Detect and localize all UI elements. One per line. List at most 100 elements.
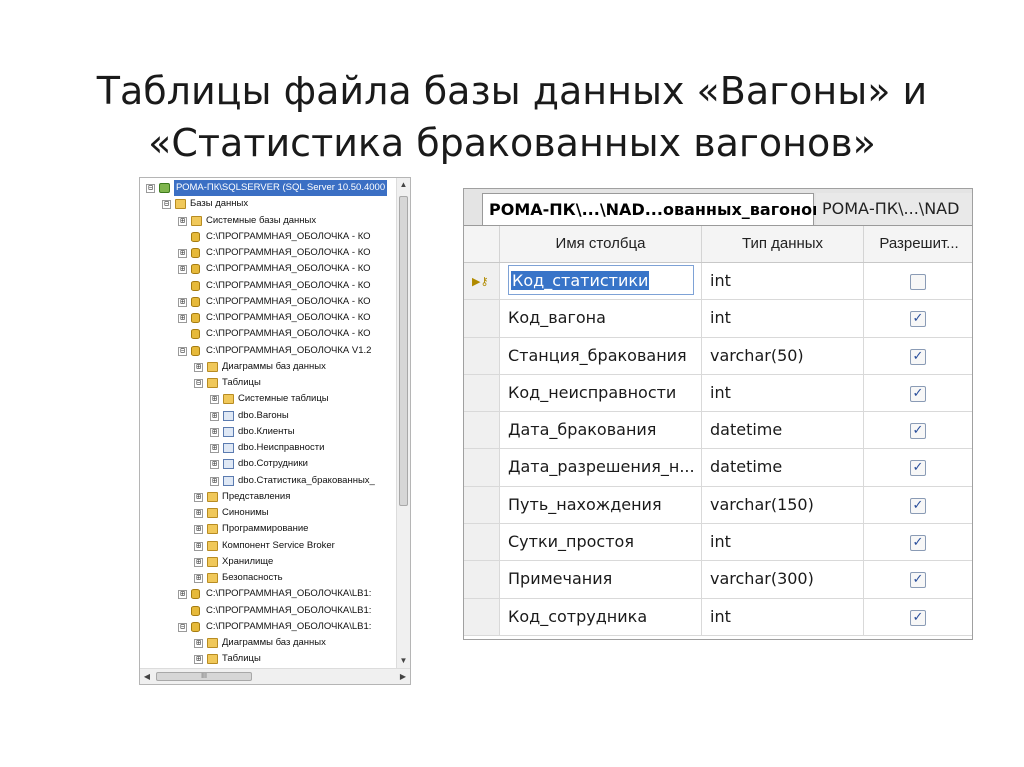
data-type-cell[interactable]: varchar(50) (701, 337, 863, 374)
expand-icon[interactable]: ⊞ (194, 574, 203, 583)
expand-icon[interactable]: ⊞ (194, 541, 203, 551)
allow-nulls-checkbox[interactable]: ✓ (910, 423, 926, 440)
allow-nulls-checkbox[interactable]: ✓ (910, 460, 926, 477)
tree-node[interactable]: C:\ПРОГРАММНАЯ_ОБОЛОЧКА - КО (140, 278, 396, 294)
tree-node[interactable]: ⊟ РОМА-ПК\SQLSERVER (SQL Server 10.50.400… (140, 180, 396, 196)
allow-nulls-checkbox[interactable]: ✓ (910, 311, 926, 328)
row-selector[interactable] (464, 561, 499, 598)
table-row[interactable]: ▶⚷ Код_статистики int (464, 263, 972, 301)
row-selector[interactable] (464, 412, 499, 449)
allow-nulls-checkbox[interactable]: ✓ (910, 385, 926, 402)
tree-node[interactable]: ⊞ dbo.Сотрудники (140, 456, 396, 472)
tree-node[interactable]: ⊟ C:\ПРОГРАММНАЯ_ОБОЛОЧКА\LB1: (140, 619, 396, 635)
tree-node[interactable]: ⊞ Компонент Service Broker (140, 538, 396, 554)
expand-icon[interactable]: ⊞ (194, 509, 203, 518)
row-selector[interactable]: ▶⚷ (464, 263, 499, 300)
tree-node[interactable]: ⊞ C:\ПРОГРАММНАЯ_ОБОЛОЧКА - КО (140, 245, 396, 261)
expand-icon[interactable]: ⊞ (194, 655, 203, 665)
column-name-editor[interactable]: Код_статистики (508, 265, 694, 295)
horizontal-scrollbar[interactable]: ◀ III ▶ (140, 668, 410, 684)
table-row[interactable]: Дата_разрешения_н... datetime ✓ (464, 449, 972, 487)
expand-icon[interactable]: ⊞ (194, 492, 203, 502)
allow-nulls-checkbox[interactable]: ✓ (910, 497, 926, 514)
tree-node[interactable]: ⊞ C:\ПРОГРАММНАЯ_ОБОЛОЧКА - КО (140, 294, 396, 310)
column-name-cell[interactable]: Код_неисправности (499, 374, 701, 412)
tab-other-table[interactable]: РОМА-ПК\...\NAD (816, 193, 972, 225)
tree-node[interactable]: ⊞ Таблицы (140, 651, 396, 667)
column-name-cell[interactable]: Код_статистики (499, 263, 701, 300)
expand-icon[interactable]: ⊞ (178, 590, 187, 600)
data-type-cell[interactable]: datetime (701, 449, 863, 486)
tree-node[interactable]: ⊞ C:\ПРОГРАММНАЯ_ОБОЛОЧКА - КО (140, 310, 396, 326)
data-type-cell[interactable]: datetime (701, 412, 863, 449)
column-name-cell[interactable]: Код_сотрудника (499, 598, 701, 635)
tree-node[interactable]: ⊟ C:\ПРОГРАММНАЯ_ОБОЛОЧКА V1.2 (140, 343, 396, 359)
column-name-cell[interactable]: Дата_разрешения_н... (499, 449, 701, 486)
tree-node[interactable]: ⊞ Диаграммы баз данных (140, 359, 396, 375)
expand-icon[interactable]: ⊞ (178, 314, 187, 323)
scroll-up-arrow-icon[interactable]: ▲ (397, 178, 410, 192)
expand-icon[interactable]: ⊞ (178, 265, 187, 275)
scroll-right-arrow-icon[interactable]: ▶ (396, 669, 410, 684)
expand-icon[interactable]: ⊞ (178, 297, 187, 307)
tree-node[interactable]: ⊞ dbo.Клиенты (140, 424, 396, 440)
tree-node[interactable]: ⊞ dbo.Вагоны (140, 408, 396, 424)
expand-icon[interactable]: ⊞ (194, 525, 203, 535)
tree-node[interactable]: ⊞ Программирование (140, 521, 396, 537)
expand-icon[interactable]: ⊞ (194, 639, 203, 648)
collapse-icon[interactable]: ⊟ (178, 622, 187, 632)
column-name-cell[interactable]: Дата_бракования (499, 412, 701, 449)
allow-nulls-checkbox[interactable]: ✓ (910, 609, 926, 626)
tree-node[interactable]: ⊞ Системные таблицы (140, 391, 396, 407)
expand-icon[interactable]: ⊞ (210, 427, 219, 437)
scroll-down-arrow-icon[interactable]: ▼ (397, 654, 410, 668)
tree-node[interactable]: ⊞ dbo.Статистика_бракованных_ (140, 473, 396, 489)
row-selector[interactable] (464, 337, 499, 374)
column-name-cell[interactable]: Код_вагона (499, 300, 701, 337)
tree-node[interactable]: ⊞ Представления (140, 489, 396, 505)
row-selector[interactable] (464, 598, 499, 635)
expand-icon[interactable]: ⊞ (178, 216, 187, 226)
expand-icon[interactable]: ⊞ (194, 557, 203, 567)
tree-node[interactable]: ⊞ Синонимы (140, 505, 396, 521)
column-name-cell[interactable]: Примечания (499, 561, 701, 598)
data-type-cell[interactable]: int (701, 300, 863, 337)
tab-statistics-table[interactable]: РОМА-ПК\...\NAD...ованных_вагонов (482, 193, 822, 225)
column-name-cell[interactable]: Станция_бракования (499, 337, 701, 374)
expand-icon[interactable]: ⊞ (210, 460, 219, 470)
expand-icon[interactable]: ⊞ (210, 476, 219, 486)
tree-node[interactable]: ⊞ Хранилище (140, 554, 396, 570)
expand-icon[interactable]: ⊞ (210, 411, 219, 421)
data-type-cell[interactable]: varchar(150) (701, 486, 863, 524)
table-row[interactable]: Примечания varchar(300) ✓ (464, 561, 972, 599)
tree-node[interactable]: ⊞ Безопасность (140, 570, 396, 586)
allow-nulls-checkbox[interactable]: ✓ (910, 535, 926, 552)
row-selector[interactable] (464, 300, 499, 337)
vertical-scroll-thumb[interactable] (399, 196, 408, 506)
table-row[interactable]: Код_вагона int ✓ (464, 300, 972, 338)
expand-icon[interactable]: ⊞ (210, 395, 219, 405)
data-type-cell[interactable]: int (701, 598, 863, 635)
allow-nulls-header[interactable]: Разрешит... (863, 226, 972, 262)
vertical-scrollbar[interactable]: ▲ ▼ (396, 178, 410, 668)
tree-node[interactable]: ⊞ C:\ПРОГРАММНАЯ_ОБОЛОЧКА\LB1: (140, 586, 396, 602)
row-selector[interactable] (464, 449, 499, 486)
row-selector[interactable] (464, 524, 499, 561)
tree-node[interactable]: ⊟ Таблицы (140, 375, 396, 391)
column-name-cell[interactable]: Сутки_простоя (499, 524, 701, 561)
table-row[interactable]: Станция_бракования varchar(50) ✓ (464, 337, 972, 375)
row-selector[interactable] (464, 374, 499, 412)
data-type-cell[interactable]: int (701, 374, 863, 412)
data-type-cell[interactable]: varchar(300) (701, 561, 863, 598)
table-row[interactable]: Код_сотрудника int ✓ (464, 598, 972, 636)
collapse-icon[interactable]: ⊟ (194, 379, 203, 388)
allow-nulls-checkbox[interactable]: ✓ (910, 572, 926, 589)
table-row[interactable]: Путь_нахождения varchar(150) ✓ (464, 486, 972, 525)
tree-node[interactable]: C:\ПРОГРАММНАЯ_ОБОЛОЧКА\LB1: (140, 603, 396, 619)
tree-node[interactable]: ⊞ Системные базы данных (140, 213, 396, 229)
allow-nulls-checkbox[interactable]: ✓ (910, 348, 926, 365)
tree-node[interactable]: ⊞ C:\ПРОГРАММНАЯ_ОБОЛОЧКА - КО (140, 261, 396, 277)
tree-node[interactable]: ⊞ Диаграммы баз данных (140, 635, 396, 651)
scroll-left-arrow-icon[interactable]: ◀ (140, 669, 154, 684)
allow-nulls-checkbox[interactable] (910, 274, 926, 290)
